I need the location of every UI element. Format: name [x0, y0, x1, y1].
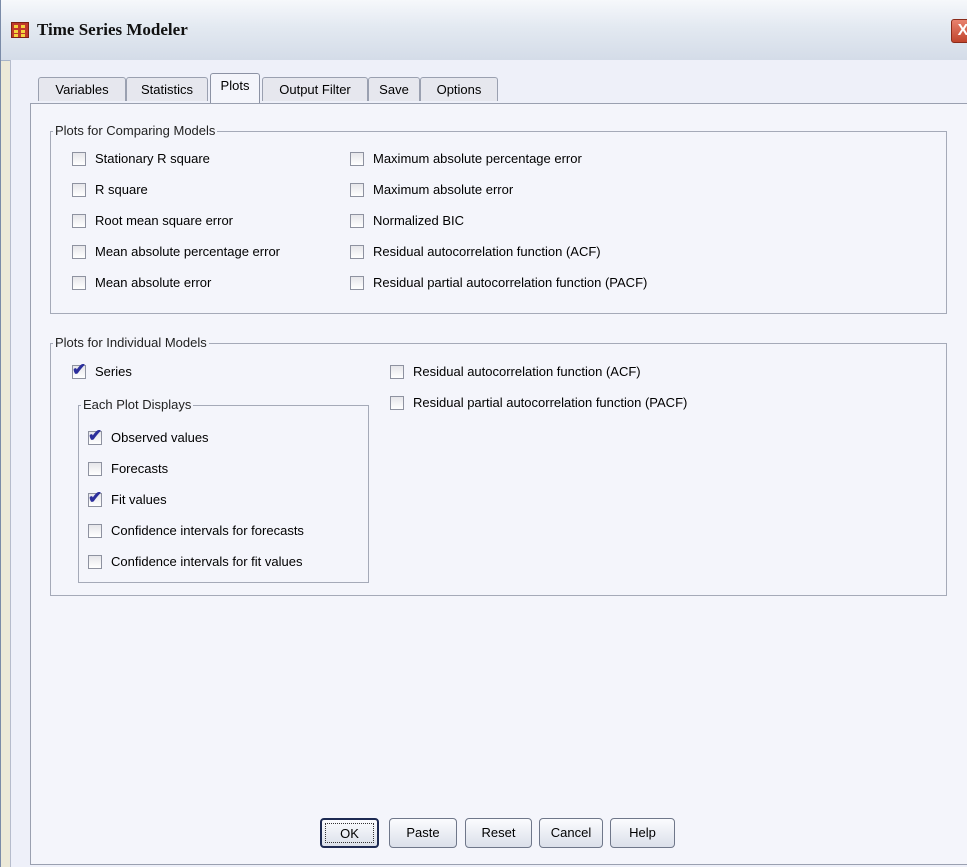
spreadsheet-app-icon — [11, 22, 29, 38]
focus-rectangle — [325, 823, 374, 843]
residual-autocorrelation-function-acf-checkbox[interactable]: Residual autocorrelation function (ACF) — [350, 244, 601, 259]
normalized-bic-checkbox[interactable]: Normalized BIC — [350, 213, 464, 228]
checkbox-label: Residual autocorrelation function (ACF) — [413, 364, 641, 379]
group-legend: Each Plot Displays — [81, 397, 194, 412]
confidence-intervals-for-fit-values-checkbox[interactable]: Confidence intervals for fit values — [88, 554, 302, 569]
checkbox-label: Maximum absolute error — [373, 182, 514, 197]
each-plot-displays-group: Each Plot Displays ✔ Observed values Forec… — [78, 397, 369, 583]
group-legend: Plots for Individual Models — [53, 335, 209, 350]
residual-partial-autocorrelation-function-pacf-checkbox[interactable]: Residual partial autocorrelation functio… — [350, 275, 647, 290]
checkbox-box[interactable] — [72, 244, 86, 259]
checkbox-label: Observed values — [111, 430, 209, 445]
plots-for-individual-models-group: Plots for Individual Models ✔ Series Each… — [50, 335, 947, 596]
r-square-checkbox[interactable]: R square — [72, 182, 148, 197]
checkbox-box[interactable] — [88, 523, 102, 538]
plots-for-comparing-models-group: Plots for Comparing Models Stationary R … — [50, 123, 947, 314]
tab-output-filter[interactable]: Output Filter — [262, 77, 368, 101]
checkbox-label: Maximum absolute percentage error — [373, 151, 582, 166]
checkbox-box[interactable] — [88, 554, 102, 569]
time-series-modeler-dialog: Time Series Modeler X Variables Statisti… — [0, 0, 967, 867]
checkbox-box[interactable] — [350, 182, 364, 197]
checkbox-label: Mean absolute error — [95, 275, 212, 290]
checkbox-box[interactable] — [72, 213, 86, 228]
checkbox-label: Residual autocorrelation function (ACF) — [373, 244, 601, 259]
checkbox-box[interactable] — [88, 461, 102, 476]
checkbox-label: Confidence intervals for fit values — [111, 554, 303, 569]
help-button[interactable]: Help — [610, 818, 675, 848]
checkmark-icon: ✔ — [88, 487, 103, 507]
window-title: Time Series Modeler — [37, 20, 188, 39]
checkbox-box[interactable] — [350, 213, 364, 228]
checkbox-box[interactable]: ✔ — [72, 361, 86, 379]
tab-plots[interactable]: Plots — [210, 73, 260, 103]
tab-save[interactable]: Save — [368, 77, 420, 101]
confidence-intervals-for-forecasts-checkbox[interactable]: Confidence intervals for forecasts — [88, 523, 304, 538]
checkbox-label: Mean absolute percentage error — [95, 244, 281, 259]
maximum-absolute-error-checkbox[interactable]: Maximum absolute error — [350, 182, 513, 197]
checkbox-box[interactable]: ✔ — [88, 489, 102, 507]
tab-options[interactable]: Options — [420, 77, 498, 101]
checkbox-label: Fit values — [111, 492, 167, 507]
checkbox-label: Stationary R square — [95, 151, 210, 166]
tab-statistics[interactable]: Statistics — [126, 77, 208, 101]
checkbox-box[interactable] — [72, 151, 86, 166]
forecasts-checkbox[interactable]: Forecasts — [88, 461, 168, 476]
checkbox-label: Residual partial autocorrelation functio… — [413, 395, 688, 410]
checkbox-label: Series — [95, 364, 132, 379]
title-bar[interactable]: Time Series Modeler X — [1, 0, 967, 61]
residual-partial-autocorrelation-function-pacf-checkbox[interactable]: Residual partial autocorrelation functio… — [390, 395, 687, 410]
reset-button[interactable]: Reset — [465, 818, 532, 848]
checkbox-label: R square — [95, 182, 148, 197]
ok-button[interactable]: OK — [320, 818, 379, 848]
series-checkbox[interactable]: ✔ Series — [72, 361, 132, 379]
checkbox-box[interactable] — [390, 364, 404, 379]
checkbox-box[interactable] — [350, 275, 364, 290]
cancel-button[interactable]: Cancel — [539, 818, 603, 848]
dialog-body: Variables Statistics Plots Output Filter… — [10, 60, 967, 867]
stationary-r-square-checkbox[interactable]: Stationary R square — [72, 151, 210, 166]
checkbox-box[interactable] — [350, 151, 364, 166]
maximum-absolute-percentage-error-checkbox[interactable]: Maximum absolute percentage error — [350, 151, 582, 166]
close-icon[interactable]: X — [951, 19, 967, 43]
checkbox-label: Confidence intervals for forecasts — [111, 523, 304, 538]
checkbox-box[interactable] — [390, 395, 404, 410]
checkmark-icon: ✔ — [88, 425, 103, 445]
checkbox-box[interactable] — [72, 275, 86, 290]
checkbox-box[interactable]: ✔ — [88, 427, 102, 445]
paste-button[interactable]: Paste — [389, 818, 457, 848]
observed-values-checkbox[interactable]: ✔ Observed values — [88, 427, 209, 445]
checkbox-label: Forecasts — [111, 461, 169, 476]
plots-tab-panel: Plots for Comparing Models Stationary R … — [30, 103, 967, 865]
mean-absolute-percentage-error-checkbox[interactable]: Mean absolute percentage error — [72, 244, 280, 259]
checkbox-box[interactable] — [72, 182, 86, 197]
checkbox-box[interactable] — [350, 244, 364, 259]
checkbox-label: Residual partial autocorrelation functio… — [373, 275, 648, 290]
residual-autocorrelation-function-acf-checkbox[interactable]: Residual autocorrelation function (ACF) — [390, 364, 641, 379]
tab-variables[interactable]: Variables — [38, 77, 126, 101]
checkmark-icon: ✔ — [72, 359, 87, 379]
mean-absolute-error-checkbox[interactable]: Mean absolute error — [72, 275, 211, 290]
root-mean-square-error-checkbox[interactable]: Root mean square error — [72, 213, 233, 228]
group-legend: Plots for Comparing Models — [53, 123, 218, 138]
checkbox-label: Root mean square error — [95, 213, 234, 228]
fit-values-checkbox[interactable]: ✔ Fit values — [88, 489, 167, 507]
checkbox-label: Normalized BIC — [373, 213, 465, 228]
